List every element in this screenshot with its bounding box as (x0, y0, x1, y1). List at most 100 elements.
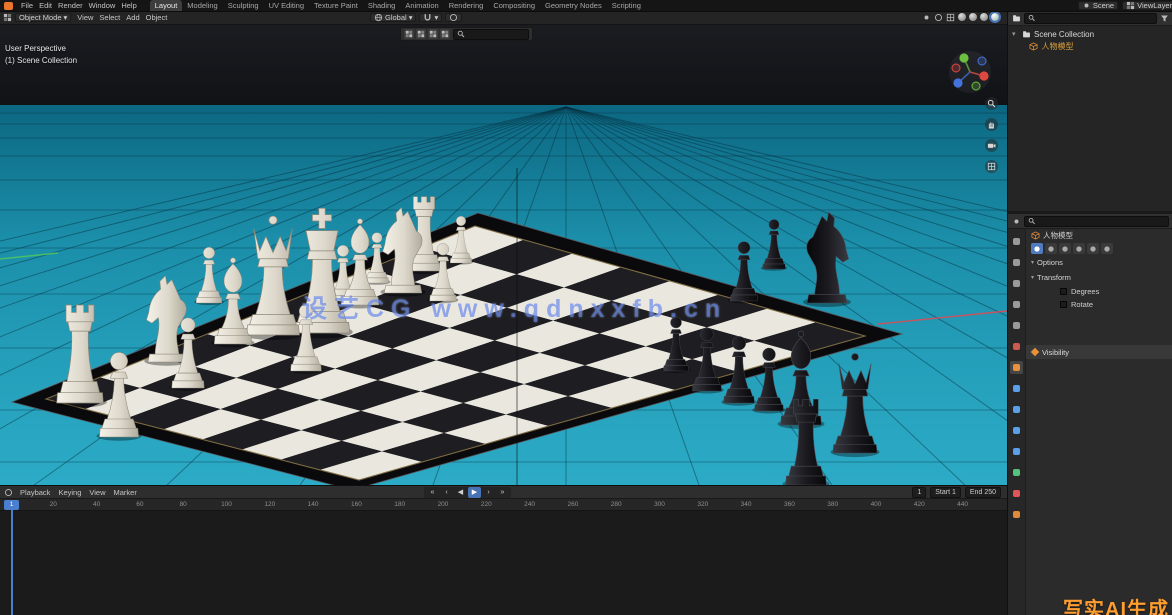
subtab-scene[interactable] (1087, 243, 1099, 254)
workspace-tab-compositing[interactable]: Compositing (488, 0, 540, 11)
workspace-tab-shading[interactable]: Shading (363, 0, 401, 11)
viewlayer-selector[interactable]: ViewLayer (1122, 1, 1172, 10)
timeline-menu-view[interactable]: View (86, 487, 108, 498)
gizmo-toggle-icon[interactable] (922, 13, 931, 22)
viewport-menu-select[interactable]: Select (96, 12, 123, 23)
frame-start-field[interactable]: Start 1 (930, 487, 961, 498)
subtab-world[interactable] (1101, 243, 1113, 254)
properties-tab-modifiers[interactable] (1010, 382, 1023, 395)
outliner-search-input[interactable] (1037, 14, 1153, 23)
menu-help[interactable]: Help (118, 1, 139, 10)
panel-transform[interactable]: ▾Transform (1026, 270, 1172, 285)
filter-icon[interactable] (416, 29, 426, 39)
collection-icon[interactable] (428, 29, 438, 39)
play-reverse-button[interactable]: ◀ (454, 487, 467, 498)
viewport-menu-view[interactable]: View (74, 12, 96, 23)
checkbox-rotate[interactable] (1060, 301, 1067, 308)
workspace-tab-scripting[interactable]: Scripting (607, 0, 646, 11)
viewport-menu-add[interactable]: Add (123, 12, 142, 23)
view-layer-icon[interactable] (404, 29, 414, 39)
properties-tab-texture[interactable] (1010, 508, 1023, 521)
properties-section-header[interactable]: Visibility (1026, 345, 1172, 359)
properties-tab-render[interactable] (1010, 256, 1023, 269)
editor-type-icon[interactable] (3, 13, 12, 22)
timeline-menu-marker[interactable]: Marker (111, 487, 140, 498)
timeline-ruler[interactable]: 0204060801001201401601802002202402602803… (0, 499, 1007, 511)
timeline-menu-playback[interactable]: Playback (17, 487, 53, 498)
shading-material-icon[interactable] (980, 13, 988, 21)
timeline-channels[interactable] (0, 511, 1007, 615)
properties-tab-object-data[interactable] (1010, 466, 1023, 479)
menu-edit[interactable]: Edit (36, 1, 55, 10)
outliner-row[interactable]: ▾Scene Collection (1008, 28, 1172, 40)
shading-wireframe-icon[interactable] (958, 13, 966, 21)
properties-search-input[interactable] (1037, 217, 1165, 226)
properties-tab-object[interactable] (1010, 361, 1023, 374)
mini-search-input[interactable] (467, 30, 525, 39)
properties-tab-view-layer[interactable] (1010, 298, 1023, 311)
orientation-dropdown[interactable]: Global ▾ (370, 13, 416, 22)
next-key-button[interactable]: › (482, 487, 495, 498)
properties-tab-world[interactable] (1010, 340, 1023, 353)
subtab-view-layer[interactable] (1073, 243, 1085, 254)
gizmo-x-axis[interactable] (979, 71, 988, 80)
prev-key-button[interactable]: ‹ (440, 487, 453, 498)
workspace-tab-animation[interactable]: Animation (400, 0, 443, 11)
outliner-row[interactable]: 人物模型 (1008, 40, 1172, 52)
workspace-tab-sculpting[interactable]: Sculpting (223, 0, 264, 11)
shading-solid-icon[interactable] (969, 13, 977, 21)
playhead[interactable]: 1 (4, 499, 20, 615)
hand-icon[interactable] (985, 118, 998, 131)
timeline-editor-icon[interactable] (4, 488, 13, 497)
snap-toggle[interactable]: ▾ (419, 13, 442, 22)
playhead-handle[interactable]: 1 (4, 500, 19, 510)
properties-tab-constraints[interactable] (1010, 445, 1023, 458)
filter-funnel-icon[interactable] (1160, 14, 1169, 23)
proportional-edit-toggle[interactable] (445, 13, 462, 22)
current-frame-field[interactable]: 1 (912, 487, 926, 498)
menu-file[interactable]: File (18, 1, 36, 10)
properties-tab-physics[interactable] (1010, 424, 1023, 437)
subtab-tool[interactable] (1031, 243, 1043, 254)
workspace-tab-uv-editing[interactable]: UV Editing (264, 0, 309, 11)
xray-toggle-icon[interactable] (946, 13, 955, 22)
navigation-gizmo[interactable] (947, 49, 993, 95)
properties-tab-scene[interactable] (1010, 319, 1023, 332)
ortho-icon[interactable] (985, 160, 998, 173)
play-button[interactable]: ▶ (468, 487, 481, 498)
timeline-menu-keying[interactable]: Keying (55, 487, 84, 498)
gizmo-y-axis[interactable] (959, 53, 968, 62)
properties-tab-output[interactable] (1010, 277, 1023, 290)
properties-tab-particles[interactable] (1010, 403, 1023, 416)
viewport-3d[interactable]: User Perspective (1) Scene Collection 设艺… (0, 25, 1007, 485)
workspace-tab-rendering[interactable]: Rendering (444, 0, 489, 11)
gizmo-z-axis[interactable] (953, 78, 962, 87)
viewport-menu-object[interactable]: Object (143, 12, 171, 23)
outliner-editor-icon[interactable] (1012, 14, 1021, 23)
jump-start-button[interactable]: « (426, 487, 439, 498)
subtab-output[interactable] (1059, 243, 1071, 254)
zoom-icon[interactable] (985, 97, 998, 110)
checkbox-degrees[interactable] (1060, 288, 1067, 295)
jump-end-button[interactable]: » (496, 487, 509, 498)
properties-tab-material[interactable] (1010, 487, 1023, 500)
panel-options[interactable]: ▾Options (1026, 255, 1172, 270)
viewport-scene[interactable] (0, 25, 1007, 485)
workspace-tab-layout[interactable]: Layout (150, 0, 183, 11)
scene-selector[interactable]: Scene (1078, 1, 1118, 10)
workspace-tab-texture-paint[interactable]: Texture Paint (309, 0, 363, 11)
workspace-tab-geometry-nodes[interactable]: Geometry Nodes (540, 0, 607, 11)
mode-dropdown[interactable]: Object Mode ▾ (15, 13, 71, 22)
properties-tab-tool[interactable] (1010, 235, 1023, 248)
properties-editor-icon[interactable] (1012, 217, 1021, 226)
menu-render[interactable]: Render (55, 1, 86, 10)
workspace-tab-modeling[interactable]: Modeling (182, 0, 222, 11)
camera-icon[interactable] (985, 139, 998, 152)
blender-logo-icon[interactable] (4, 2, 13, 10)
frame-end-field[interactable]: End 250 (965, 487, 1001, 498)
object-icon[interactable] (440, 29, 450, 39)
menu-window[interactable]: Window (86, 1, 119, 10)
shading-rendered-icon[interactable] (991, 13, 999, 21)
disclosure-triangle-icon[interactable]: ▾ (1012, 30, 1019, 38)
subtab-render[interactable] (1045, 243, 1057, 254)
